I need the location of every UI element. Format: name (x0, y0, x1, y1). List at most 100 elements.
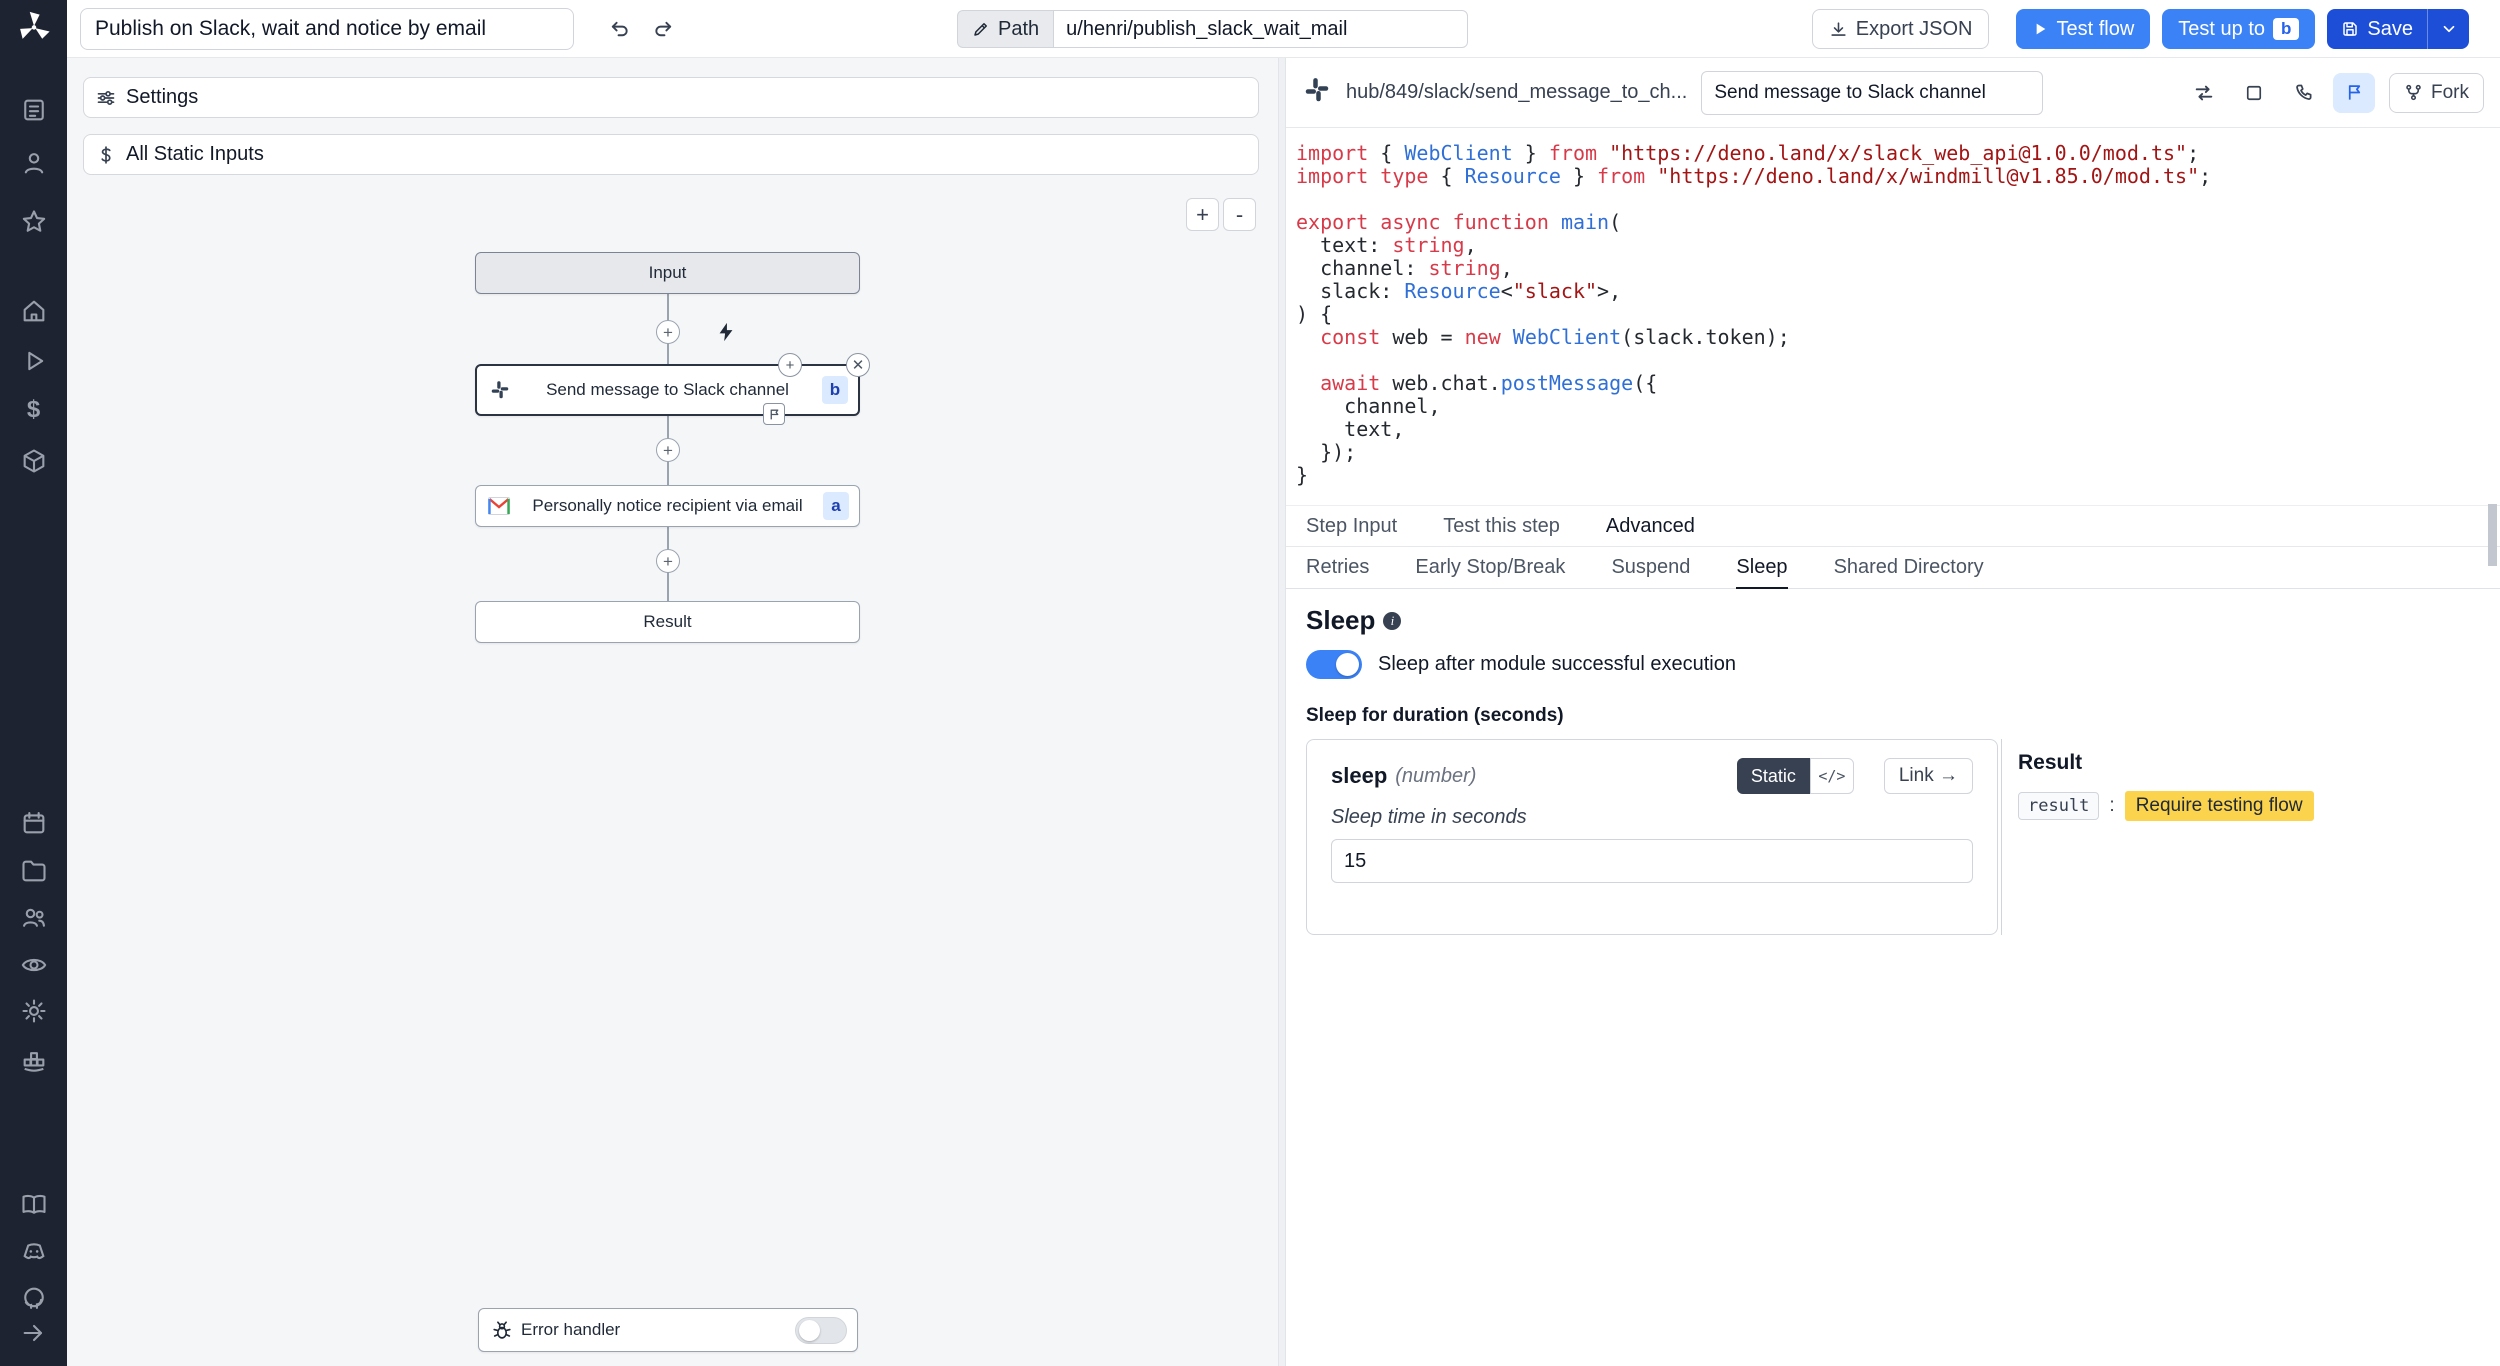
static-inputs-bar[interactable]: All Static Inputs (83, 134, 1259, 175)
code-line: text, (1296, 418, 2500, 441)
result-preview: Result result : Require testing flow (2001, 739, 2471, 935)
undo-button[interactable] (600, 11, 638, 47)
save-dropdown-button[interactable] (2427, 9, 2469, 49)
clipboard-list-icon[interactable] (17, 93, 51, 127)
result-key-chip: result (2018, 792, 2099, 820)
code-line: ) { (1296, 303, 2500, 326)
fork-button[interactable]: Fork (2389, 73, 2484, 113)
user-icon[interactable] (17, 146, 51, 180)
lightning-icon (715, 321, 737, 343)
code-line: import { WebClient } from "https://deno.… (1296, 142, 2500, 165)
code-line (1296, 349, 2500, 372)
windmill-logo-icon[interactable] (17, 9, 51, 43)
square-icon (2244, 83, 2264, 103)
result-heading: Result (2018, 751, 2471, 775)
subtab-suspend[interactable]: Suspend (1611, 548, 1690, 589)
tab-advanced[interactable]: Advanced (1606, 506, 1695, 546)
code-line: import type { Resource } from "https://d… (1296, 165, 2500, 188)
code-line: await web.chat.postMessage({ (1296, 372, 2500, 395)
zoom-in-button[interactable]: + (1186, 198, 1219, 231)
email-step-node[interactable]: Personally notice recipient via email a (475, 485, 860, 527)
phone-button[interactable] (2283, 73, 2325, 113)
dollar-icon (96, 145, 116, 165)
topbar: Path Export JSON Test flow Test up to b … (67, 0, 2500, 58)
subtab-early-stop[interactable]: Early Stop/Break (1415, 548, 1565, 589)
boxes-icon[interactable] (17, 1042, 51, 1076)
step-editor-panel: hub/849/slack/send_message_to_ch... Fork (1286, 58, 2500, 1366)
github-icon[interactable] (17, 1281, 51, 1315)
export-json-button[interactable]: Export JSON (1812, 9, 1990, 49)
windmill-flow-editor: $ (0, 0, 2500, 1366)
error-handler-toggle[interactable] (795, 1317, 847, 1344)
code-line (1296, 188, 2500, 211)
test-flow-button[interactable]: Test flow (2016, 9, 2150, 49)
slack-hub-icon (1302, 75, 1332, 110)
sleep-heading: Sleep (1306, 605, 1375, 636)
home-icon[interactable] (17, 294, 51, 328)
diff-flag-button[interactable] (2333, 73, 2375, 113)
subtab-retries[interactable]: Retries (1306, 548, 1369, 589)
save-group: Save (2327, 9, 2469, 49)
result-node[interactable]: Result (475, 601, 860, 643)
redo-button[interactable] (644, 11, 682, 47)
code-mode-button[interactable]: </> (1810, 758, 1854, 794)
book-icon[interactable] (17, 1187, 51, 1221)
cube-icon[interactable] (17, 444, 51, 478)
sleep-value-input[interactable] (1331, 839, 1973, 883)
result-value-badge: Require testing flow (2125, 791, 2314, 821)
calendar-icon[interactable] (17, 806, 51, 840)
subtab-sleep[interactable]: Sleep (1736, 548, 1787, 589)
code-line: export async function main( (1296, 211, 2500, 234)
panel-scrollbar[interactable] (2488, 504, 2497, 566)
dollar-icon[interactable]: $ (17, 393, 51, 427)
box-button[interactable] (2233, 73, 2275, 113)
tab-step-input[interactable]: Step Input (1306, 506, 1397, 546)
step-name-input[interactable] (1701, 71, 2043, 115)
expand-arrow-icon[interactable] (17, 1316, 51, 1350)
settings-bar[interactable]: Settings (83, 77, 1259, 118)
panel-splitter[interactable] (1278, 58, 1286, 1366)
add-step-connector-1[interactable]: + (656, 320, 680, 344)
error-handler-node[interactable]: Error handler (478, 1308, 858, 1352)
discord-icon[interactable] (17, 1235, 51, 1269)
add-step-connector-3[interactable]: + (656, 549, 680, 573)
subtab-shared-directory[interactable]: Shared Directory (1834, 548, 1984, 589)
flag-badge-button[interactable] (763, 403, 785, 425)
gear-icon[interactable] (17, 994, 51, 1028)
code-line: }); (1296, 441, 2500, 464)
test-up-to-button[interactable]: Test up to b (2162, 9, 2315, 49)
code-editor[interactable]: import { WebClient } from "https://deno.… (1286, 128, 2500, 505)
code-line: slack: Resource<"slack">, (1296, 280, 2500, 303)
swap-script-button[interactable] (2183, 73, 2225, 113)
sleep-toggle[interactable] (1306, 650, 1362, 679)
error-handler-label: Error handler (521, 1320, 620, 1340)
move-step-handle[interactable]: + (778, 353, 802, 377)
ai-bolt-button[interactable] (713, 319, 739, 345)
input-node[interactable]: Input (475, 252, 860, 294)
zoom-out-button[interactable]: - (1223, 198, 1256, 231)
play-icon[interactable] (17, 344, 51, 378)
tab-test-this-step[interactable]: Test this step (1443, 506, 1560, 546)
slack-step-node[interactable]: Send message to Slack channel b + ✕ (475, 364, 860, 416)
info-icon[interactable]: i (1383, 612, 1401, 630)
save-button[interactable]: Save (2327, 9, 2427, 49)
code-line: text: string, (1296, 234, 2500, 257)
test-up-to-badge: b (2273, 18, 2299, 40)
add-step-connector-2[interactable]: + (656, 438, 680, 462)
path-input[interactable] (1053, 10, 1468, 48)
link-button[interactable]: Link → (1884, 758, 1973, 794)
email-node-label: Personally notice recipient via email (512, 496, 823, 516)
gmail-icon (486, 496, 512, 516)
static-mode-button[interactable]: Static (1737, 758, 1810, 794)
code-line: const web = new WebClient(slack.token); (1296, 326, 2500, 349)
flow-title-input[interactable] (80, 8, 574, 50)
delete-step-button[interactable]: ✕ (846, 353, 870, 377)
users-icon[interactable] (17, 900, 51, 934)
eye-icon[interactable] (17, 948, 51, 982)
download-icon (1829, 20, 1848, 39)
folder-icon[interactable] (17, 854, 51, 888)
step-tabs: Step Input Test this step Advanced (1286, 505, 2500, 547)
path-chip[interactable]: Path (957, 10, 1053, 48)
pencil-icon (972, 20, 990, 38)
star-icon[interactable] (17, 205, 51, 239)
